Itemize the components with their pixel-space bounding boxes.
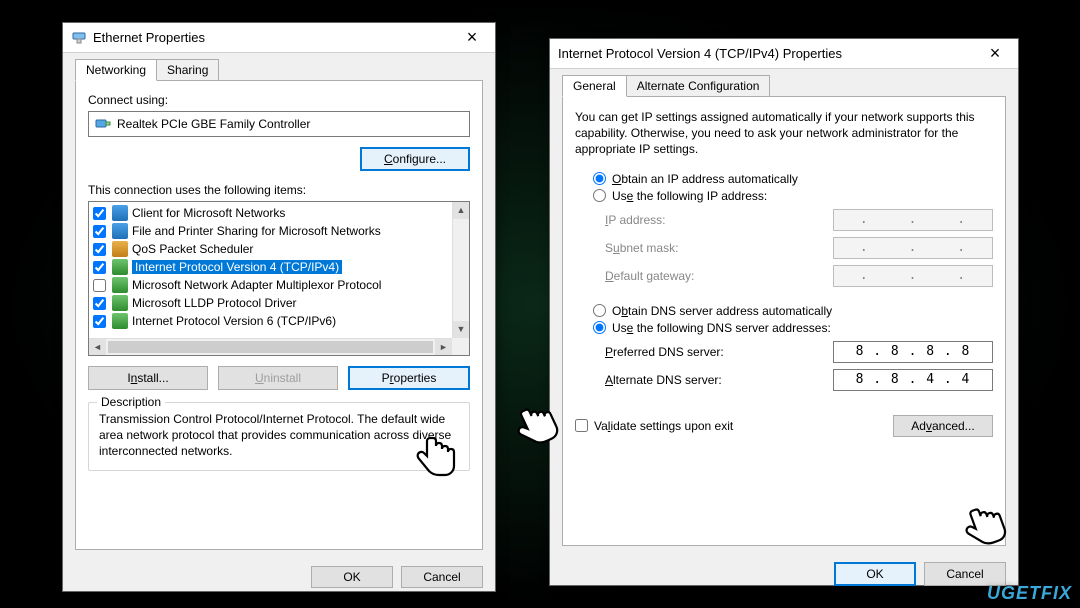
tab-networking[interactable]: Networking xyxy=(75,59,157,81)
watermark: UGETFIX xyxy=(987,583,1072,604)
list-item-checkbox[interactable] xyxy=(93,225,106,238)
configure-button[interactable]: Configure... xyxy=(360,147,470,171)
adapter-icon xyxy=(95,116,111,132)
list-item[interactable]: Client for Microsoft Networks xyxy=(89,204,452,222)
radio-auto-dns[interactable]: Obtain DNS server address automatically xyxy=(593,304,993,318)
list-item-label: File and Printer Sharing for Microsoft N… xyxy=(132,224,381,238)
ethernet-properties-dialog: Ethernet Properties × Networking Sharing… xyxy=(62,22,496,592)
list-item[interactable]: File and Printer Sharing for Microsoft N… xyxy=(89,222,452,240)
list-item-checkbox[interactable] xyxy=(93,243,106,256)
properties-button[interactable]: Properties xyxy=(348,366,470,390)
list-item-checkbox[interactable] xyxy=(93,261,106,274)
preferred-dns-input[interactable]: 8 . 8 . 8 . 8 xyxy=(833,341,993,363)
scroll-corner xyxy=(452,338,469,355)
titlebar: Ethernet Properties × xyxy=(63,23,495,53)
cancel-button[interactable]: Cancel xyxy=(401,566,483,588)
subnet-label: Subnet mask: xyxy=(605,241,823,255)
protocol-icon xyxy=(112,259,128,275)
ok-button[interactable]: OK xyxy=(834,562,916,586)
dialog-title: Ethernet Properties xyxy=(93,30,205,45)
list-item[interactable]: Microsoft LLDP Protocol Driver xyxy=(89,294,452,312)
tabs: Networking Sharing xyxy=(75,59,495,81)
protocol-icon xyxy=(112,295,128,311)
close-button[interactable]: × xyxy=(980,43,1010,64)
scroll-up-icon[interactable]: ▲ xyxy=(453,202,469,219)
tab-body: You can get IP settings assigned automat… xyxy=(562,96,1006,546)
ipv4-properties-dialog: Internet Protocol Version 4 (TCP/IPv4) P… xyxy=(549,38,1019,586)
subnet-input: ... xyxy=(833,237,993,259)
validate-checkbox-row[interactable]: Validate settings upon exit xyxy=(575,419,733,433)
alternate-dns-input[interactable]: 8 . 8 . 4 . 4 xyxy=(833,369,993,391)
list-item-checkbox[interactable] xyxy=(93,279,106,292)
install-button[interactable]: Install... xyxy=(88,366,208,390)
description-group: Description Transmission Control Protoco… xyxy=(88,402,470,471)
titlebar: Internet Protocol Version 4 (TCP/IPv4) P… xyxy=(550,39,1018,69)
items-label: This connection uses the following items… xyxy=(88,183,470,197)
list-item-label: Client for Microsoft Networks xyxy=(132,206,285,220)
ip-address-input: ... xyxy=(833,209,993,231)
ok-button[interactable]: OK xyxy=(311,566,393,588)
protocol-icon xyxy=(112,313,128,329)
list-item-label: Internet Protocol Version 6 (TCP/IPv6) xyxy=(132,314,336,328)
adapter-name: Realtek PCIe GBE Family Controller xyxy=(117,117,310,131)
dialog-title: Internet Protocol Version 4 (TCP/IPv4) P… xyxy=(558,46,842,61)
list-item[interactable]: QoS Packet Scheduler xyxy=(89,240,452,258)
connect-using-label: Connect using: xyxy=(88,93,470,107)
tab-general[interactable]: General xyxy=(562,75,627,97)
list-item-label: QoS Packet Scheduler xyxy=(132,242,253,256)
radio-auto-ip[interactable]: Obtain an IP address automatically xyxy=(593,172,993,186)
description-text: Transmission Control Protocol/Internet P… xyxy=(99,411,459,460)
advanced-button[interactable]: Advanced... xyxy=(893,415,993,437)
scroll-right-icon[interactable]: ► xyxy=(435,339,452,355)
alternate-dns-label: Alternate DNS server: xyxy=(605,373,823,387)
gateway-label: Default gateway: xyxy=(605,269,823,283)
radio-auto-ip-input[interactable] xyxy=(593,172,606,185)
validate-checkbox[interactable] xyxy=(575,419,588,432)
gateway-input: ... xyxy=(833,265,993,287)
radio-manual-dns[interactable]: Use the following DNS server addresses: xyxy=(593,321,993,335)
radio-manual-dns-input[interactable] xyxy=(593,321,606,334)
list-item-checkbox[interactable] xyxy=(93,297,106,310)
list-item-label: Internet Protocol Version 4 (TCP/IPv4) xyxy=(132,260,342,274)
scroll-thumb[interactable] xyxy=(108,341,433,353)
tab-body: Connect using: Realtek PCIe GBE Family C… xyxy=(75,80,483,550)
radio-manual-ip-input[interactable] xyxy=(593,189,606,202)
intro-text: You can get IP settings assigned automat… xyxy=(575,109,993,158)
scroll-down-icon[interactable]: ▼ xyxy=(453,321,469,338)
list-item-checkbox[interactable] xyxy=(93,207,106,220)
tabs: General Alternate Configuration xyxy=(562,75,1018,97)
protocol-icon xyxy=(112,205,128,221)
ip-address-label: IP address: xyxy=(605,213,823,227)
scrollbar-horizontal[interactable]: ◄ ► xyxy=(89,338,452,355)
preferred-dns-label: Preferred DNS server: xyxy=(605,345,823,359)
radio-auto-dns-input[interactable] xyxy=(593,304,606,317)
list-item-label: Microsoft Network Adapter Multiplexor Pr… xyxy=(132,278,381,292)
scroll-left-icon[interactable]: ◄ xyxy=(89,339,106,355)
scrollbar-vertical[interactable]: ▲ ▼ xyxy=(452,202,469,338)
network-adapter-icon xyxy=(71,30,87,46)
description-legend: Description xyxy=(97,395,165,409)
tab-alternate[interactable]: Alternate Configuration xyxy=(626,75,771,97)
list-item-checkbox[interactable] xyxy=(93,315,106,328)
components-list[interactable]: Client for Microsoft Networks File and Pr… xyxy=(88,201,470,356)
list-item[interactable]: Internet Protocol Version 6 (TCP/IPv6) xyxy=(89,312,452,330)
protocol-icon xyxy=(112,277,128,293)
uninstall-button: Uninstall xyxy=(218,366,338,390)
adapter-field[interactable]: Realtek PCIe GBE Family Controller xyxy=(88,111,470,137)
tab-sharing[interactable]: Sharing xyxy=(156,59,219,81)
close-button[interactable]: × xyxy=(457,27,487,48)
list-item-label: Microsoft LLDP Protocol Driver xyxy=(132,296,297,310)
protocol-icon xyxy=(112,241,128,257)
list-item[interactable]: Microsoft Network Adapter Multiplexor Pr… xyxy=(89,276,452,294)
list-item[interactable]: Internet Protocol Version 4 (TCP/IPv4) xyxy=(89,258,452,276)
radio-manual-ip[interactable]: Use the following IP address: xyxy=(593,189,993,203)
protocol-icon xyxy=(112,223,128,239)
